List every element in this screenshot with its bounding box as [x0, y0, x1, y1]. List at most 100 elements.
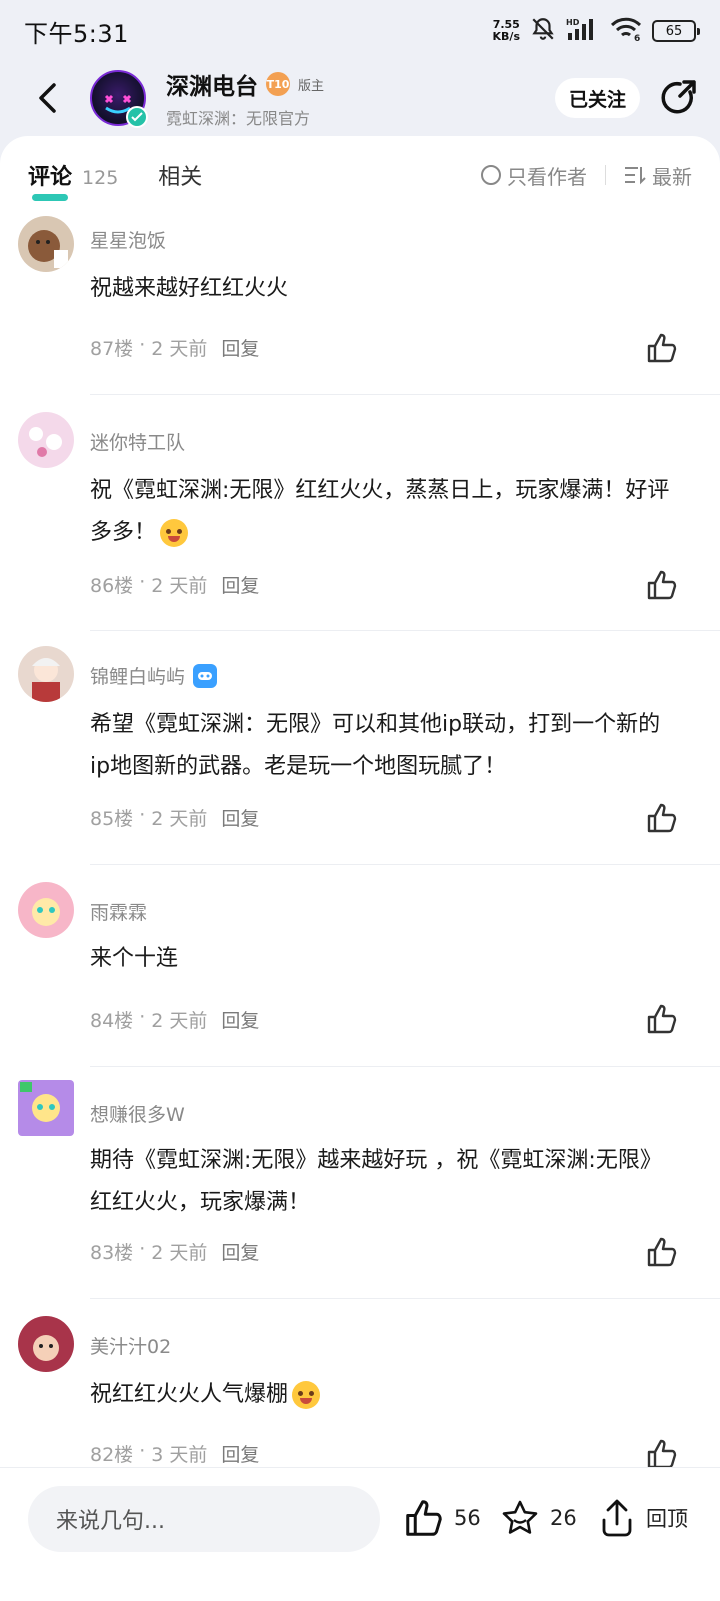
post-like-button[interactable]: 56	[404, 1498, 481, 1538]
reply-button[interactable]: 回复	[221, 1238, 259, 1265]
wifi-label: 6	[634, 34, 640, 42]
avatar[interactable]	[18, 1080, 74, 1136]
battery-level: 65	[665, 23, 683, 39]
comment-text: 来个十连	[90, 946, 179, 971]
net-speed-unit: KB/s	[492, 30, 520, 43]
post-like-count: 56	[454, 1506, 481, 1530]
avatar[interactable]	[18, 216, 74, 272]
thumbs-up-icon	[647, 1004, 677, 1034]
like-button[interactable]	[646, 1003, 678, 1035]
share-icon	[661, 80, 696, 114]
comment-text: 祝越来越好红红火火	[90, 276, 289, 301]
like-button[interactable]	[646, 1236, 678, 1268]
sort-toggle[interactable]: 最新	[624, 161, 692, 190]
like-button[interactable]	[646, 569, 678, 601]
thumbs-up-icon	[647, 803, 677, 833]
tab-comments[interactable]: 评论 125	[28, 159, 119, 201]
comment-input[interactable]: 来说几句...	[28, 1486, 380, 1552]
filter-divider	[605, 165, 606, 185]
comment-meta: 85楼 · 2 天前 回复	[90, 804, 260, 831]
gamepad-badge-icon	[193, 663, 218, 688]
star-icon	[502, 1500, 538, 1534]
comment-author[interactable]: 星星泡饭	[90, 226, 166, 253]
back-button[interactable]	[18, 68, 78, 128]
floor-number: 82楼	[90, 1444, 134, 1466]
comment-author[interactable]: 锦鲤白屿屿	[90, 662, 218, 689]
comment-divider	[90, 1298, 720, 1299]
comment-time: 2 天前	[151, 575, 208, 597]
status-time: 下午5:31	[24, 19, 129, 48]
comment-author[interactable]: 美汁汁02	[90, 1332, 171, 1359]
net-speed: 7.55 KB/s	[493, 19, 520, 43]
comment-divider	[90, 630, 720, 631]
comment-text-body: 祝红红火火人气爆棚	[90, 1382, 289, 1407]
comment-author[interactable]: 雨霖霖	[90, 898, 147, 925]
back-to-top-button[interactable]: 回顶	[598, 1498, 688, 1538]
comment-author[interactable]: 想赚很多W	[90, 1100, 185, 1127]
author-avatar[interactable]	[90, 70, 148, 128]
hd-label: HD	[566, 18, 580, 27]
floor-number: 84楼	[90, 1010, 134, 1032]
reply-button[interactable]: 回复	[221, 1006, 259, 1033]
comment-time: 2 天前	[151, 338, 208, 360]
favorite-count: 26	[550, 1506, 577, 1530]
active-tab-indicator	[32, 194, 68, 201]
like-button[interactable]	[646, 332, 678, 364]
author-name[interactable]: 深渊电台	[166, 67, 258, 101]
tab-bar: 评论 125 相关 只看作者 最新	[0, 136, 720, 214]
bottom-action-bar: 来说几句... 56 26 回顶	[0, 1467, 720, 1601]
role-tag: 版主	[298, 78, 325, 94]
floor-number: 83楼	[90, 1242, 134, 1264]
verified-icon	[126, 106, 148, 128]
like-button[interactable]	[646, 1438, 678, 1470]
tab-comments-count: 125	[82, 167, 119, 189]
avatar-bg	[18, 412, 74, 468]
thumbs-up-icon	[647, 333, 677, 363]
tab-related-label: 相关	[158, 165, 203, 190]
post-header: 深渊电台 T10 版主 霓虹深渊：无限官方 已关注	[0, 62, 720, 134]
avatar[interactable]	[18, 882, 74, 938]
tab-related[interactable]: 相关	[158, 159, 202, 191]
avatar[interactable]	[18, 1316, 74, 1372]
comment-text: 祝红红火火人气爆棚	[90, 1374, 680, 1416]
chevron-left-icon	[39, 83, 56, 113]
comment-time: 2 天前	[151, 808, 208, 830]
comment-meta: 83楼 · 2 天前 回复	[90, 1238, 260, 1265]
grinning-face-emoji-icon	[292, 1381, 321, 1409]
sort-icon	[625, 167, 646, 185]
signal-icon: HD	[566, 17, 600, 45]
thumbs-up-icon	[406, 1500, 442, 1536]
reply-button[interactable]: 回复	[221, 804, 259, 831]
thumbs-up-icon	[647, 1439, 677, 1469]
author-only-toggle[interactable]: 只看作者	[481, 161, 587, 190]
level-badge: T10	[266, 72, 290, 96]
battery-indicator: 65	[652, 20, 700, 42]
reply-button[interactable]: 回复	[221, 571, 259, 598]
author-subtitle: 霓虹深渊：无限官方	[166, 109, 311, 128]
comment-meta: 82楼 · 3 天前 回复	[90, 1440, 260, 1467]
comment-meta: 86楼 · 2 天前 回复	[90, 571, 260, 598]
follow-button[interactable]: 已关注	[554, 78, 640, 118]
like-button[interactable]	[646, 802, 678, 834]
avatar[interactable]	[18, 412, 74, 468]
mute-bell-icon	[530, 16, 556, 46]
comments-panel: 评论 125 相关 只看作者 最新 星星泡饭 祝越来越好红红火火 87楼 · 2…	[0, 136, 720, 1601]
comment-time: 2 天前	[151, 1242, 208, 1264]
comment-author-name: 锦鲤白屿屿	[90, 666, 186, 688]
tab-comments-label: 评论	[28, 165, 73, 190]
comment-meta: 87楼 · 2 天前 回复	[90, 334, 260, 361]
back-to-top-label: 回顶	[646, 1507, 688, 1531]
status-bar: 下午5:31 7.55 KB/s HD 6 65	[0, 0, 720, 62]
reply-button[interactable]: 回复	[221, 1440, 259, 1467]
reply-button[interactable]: 回复	[221, 334, 259, 361]
favorite-button[interactable]: 26	[500, 1498, 577, 1538]
thumbs-up-icon	[647, 570, 677, 600]
thumbs-up-icon	[647, 1237, 677, 1267]
wifi-icon: 6	[610, 16, 642, 46]
comment-text: 期待《霓虹深渊:无限》越来越好玩 ，祝《霓虹深渊:无限》红红火火，玩家爆满！	[90, 1148, 662, 1215]
avatar[interactable]	[18, 646, 74, 702]
comment-time: 2 天前	[151, 1010, 208, 1032]
share-button[interactable]	[658, 76, 702, 120]
comment-author[interactable]: 迷你特工队	[90, 428, 185, 455]
author-only-label: 只看作者	[507, 164, 587, 189]
